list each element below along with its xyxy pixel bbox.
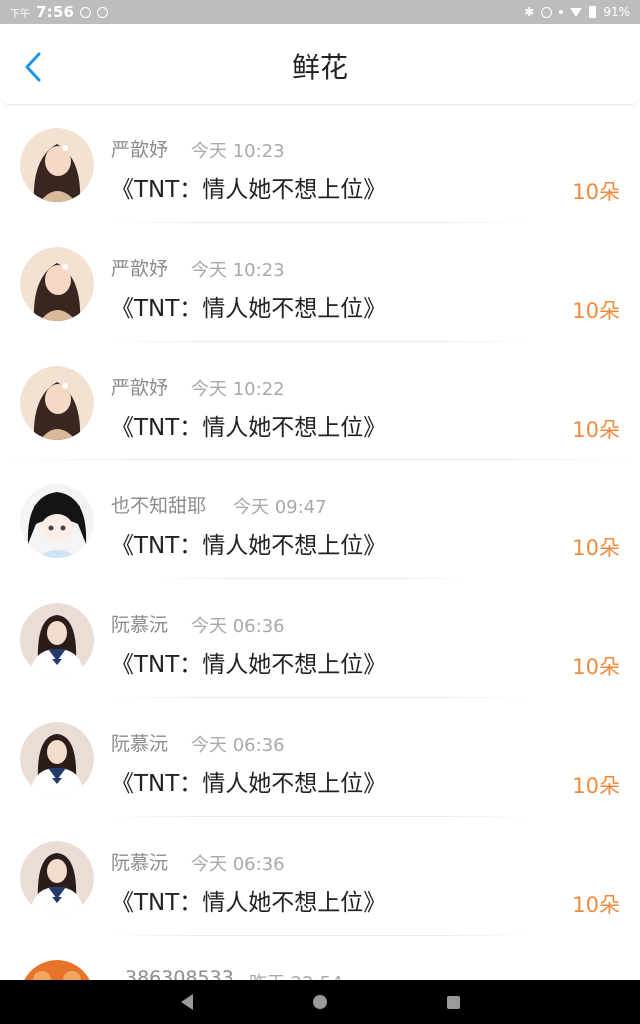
list-item[interactable]: 阮慕沅 今天 06:36 《TNT：情人她不想上位》 10朵 <box>0 579 640 698</box>
status-time: 7:56 <box>36 3 75 21</box>
list-item[interactable]: 阮慕沅 今天 06:36 《TNT：情人她不想上位》 10朵 <box>0 817 640 936</box>
avatar[interactable] <box>20 365 94 440</box>
app-header: 鲜花 <box>0 24 640 105</box>
flower-count: 10朵 <box>572 655 620 680</box>
square-recents-icon <box>446 995 460 1009</box>
book-title: 《TNT：情人她不想上位》 <box>111 889 387 916</box>
book-title: 《TNT：情人她不想上位》 <box>111 177 387 203</box>
flower-count: 10朵 <box>572 536 620 561</box>
flower-count: 10朵 <box>572 892 620 917</box>
nav-back-button[interactable] <box>177 992 197 1012</box>
avatar[interactable] <box>20 246 94 321</box>
sender-name: 阮慕沅 <box>111 851 169 874</box>
flower-list[interactable]: 严歆妤 今天 10:23 《TNT：情人她不想上位》 10朵 严歆妤 今天 10… <box>0 104 640 980</box>
sent-time: 今天 10:23 <box>191 259 285 281</box>
book-title: 《TNT：情人她不想上位》 <box>111 652 387 679</box>
sender-name: 阮慕沅 <box>111 614 169 637</box>
bluetooth-icon: ✱ <box>524 5 535 19</box>
sender-name: 也不知甜耶 <box>111 495 207 518</box>
list-item[interactable]: 阮慕沅 今天 06:36 《TNT：情人她不想上位》 10朵 <box>0 698 640 817</box>
list-item[interactable]: 也不知甜耶 今天 09:47 《TNT：情人她不想上位》 10朵 <box>0 460 640 580</box>
triangle-back-icon <box>180 994 193 1010</box>
flower-count: 10朵 <box>572 298 620 323</box>
list-item[interactable]: 严歆妤 今天 10:22 《TNT：情人她不想上位》 10朵 <box>0 342 640 461</box>
sender-name: 严歆妤 <box>111 376 169 399</box>
data-dot-icon <box>559 10 564 14</box>
book-title: 《TNT：情人她不想上位》 <box>111 533 387 560</box>
avatar[interactable] <box>20 484 94 559</box>
sent-time: 今天 09:47 <box>233 497 327 519</box>
sender-name: 严歆妤 <box>111 257 169 280</box>
list-item[interactable]: 严歆妤 今天 10:23 《TNT：情人她不想上位》 10朵 <box>0 104 640 223</box>
sent-time: 昨天 22:54 <box>249 969 343 980</box>
sent-time: 今天 06:36 <box>191 853 285 875</box>
book-title: 《TNT：情人她不想上位》 <box>111 295 387 322</box>
flower-count: 10朵 <box>572 773 620 798</box>
app-notification-icon <box>97 6 109 18</box>
avatar[interactable] <box>20 840 94 915</box>
system-nav-bar <box>0 980 640 1024</box>
status-bar: 下午 7:56 ✱ 91% <box>0 0 640 24</box>
sender-name: 阮慕沅 <box>111 732 169 755</box>
sender-name: 严歆妤 <box>111 139 169 161</box>
page-title: 鲜花 <box>291 51 348 84</box>
avatar[interactable] <box>20 721 94 796</box>
nav-recents-button[interactable] <box>443 992 463 1012</box>
notification-icon <box>80 6 92 18</box>
book-title: 《TNT：情人她不想上位》 <box>111 414 387 441</box>
nav-home-button[interactable] <box>310 992 330 1012</box>
avatar[interactable] <box>20 128 94 202</box>
status-period: 下午 <box>10 8 30 20</box>
sent-time: 今天 10:22 <box>191 378 285 400</box>
do-not-disturb-icon <box>541 6 553 18</box>
list-item[interactable]: 严歆妤 今天 10:23 《TNT：情人她不想上位》 10朵 <box>0 223 640 342</box>
battery-level: 91% <box>603 5 630 19</box>
wifi-icon <box>570 7 583 17</box>
flower-count: 10朵 <box>572 180 620 204</box>
flower-count: 10朵 <box>572 417 620 442</box>
sent-time: 今天 06:36 <box>191 616 285 638</box>
list-item[interactable]: 386308533 昨天 22:54 <box>0 936 640 980</box>
avatar[interactable] <box>20 959 94 980</box>
sender-name: 386308533 <box>125 966 234 980</box>
sent-time: 今天 06:36 <box>191 734 285 756</box>
book-title: 《TNT：情人她不想上位》 <box>111 770 387 797</box>
battery-icon <box>589 6 597 18</box>
circle-home-icon <box>312 995 327 1009</box>
sent-time: 今天 10:23 <box>191 141 285 162</box>
avatar[interactable] <box>20 603 94 678</box>
